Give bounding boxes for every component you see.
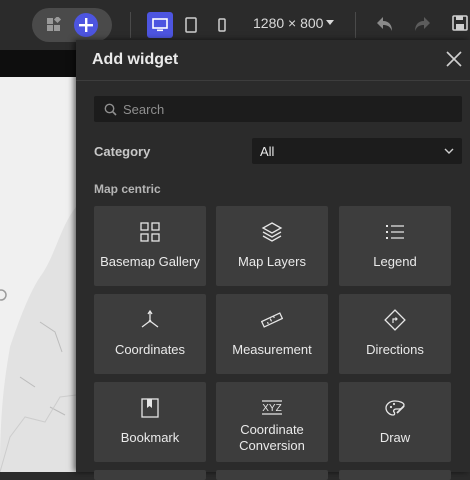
search-input[interactable]	[117, 97, 462, 121]
tablet-view-button[interactable]	[178, 12, 204, 38]
widget-tile-directions[interactable]: Directions	[339, 294, 451, 374]
basemap-gallery-icon	[94, 221, 206, 243]
chevron-down-icon	[444, 148, 454, 154]
widget-label: Legend	[373, 254, 417, 269]
widget-label: Basemap Gallery	[100, 254, 200, 269]
add-widget-panel: Add widget Category All Map centric	[76, 40, 470, 480]
canvas-header-strip	[0, 50, 76, 77]
coordinates-icon	[94, 309, 206, 331]
save-icon[interactable]	[452, 14, 468, 37]
close-icon[interactable]	[446, 51, 462, 67]
map-canvas[interactable]	[0, 77, 76, 472]
mobile-view-button[interactable]	[209, 12, 235, 38]
widget-tile-legend[interactable]: Legend	[339, 206, 451, 286]
panel-title: Add widget	[92, 51, 179, 68]
widget-label: Coordinate Conversion	[239, 422, 305, 453]
category-label: Category	[94, 144, 151, 159]
add-widget-button[interactable]	[74, 13, 98, 37]
draw-icon	[339, 397, 451, 419]
widget-label: Draw	[379, 430, 411, 445]
widget-tile-measurement[interactable]: Measurement	[216, 294, 328, 374]
section-title-map-centric: Map centric	[94, 182, 161, 196]
widget-label: Measurement	[232, 342, 312, 357]
directions-icon	[339, 309, 451, 331]
widget-tile-basemap-gallery[interactable]: Basemap Gallery	[94, 206, 206, 286]
legend-icon	[339, 221, 451, 243]
undo-icon[interactable]	[375, 14, 395, 39]
coordinate-conversion-icon: XYZ	[216, 397, 328, 419]
tablet-icon	[185, 17, 197, 33]
search-box	[94, 96, 462, 122]
widget-tile-coordinate-conversion[interactable]: XYZ Coordinate Conversion	[216, 382, 328, 462]
widget-tile-map-layers[interactable]: Map Layers	[216, 206, 328, 286]
widgets-grid-icon[interactable]	[46, 15, 62, 38]
widget-label: Bookmark	[120, 430, 180, 445]
widget-label: Directions	[366, 342, 424, 357]
toolbar-divider	[130, 12, 131, 38]
add-plus-icon	[79, 18, 93, 32]
widget-tile-coordinates[interactable]: Coordinates	[94, 294, 206, 374]
widget-label: Map Layers	[238, 254, 306, 269]
desktop-icon	[152, 18, 168, 32]
desktop-view-button[interactable]	[147, 12, 173, 38]
widget-tile-bookmark[interactable]: Bookmark	[94, 382, 206, 462]
search-icon	[104, 103, 117, 116]
category-select[interactable]: All	[252, 138, 462, 164]
measurement-icon	[216, 309, 328, 331]
svg-text:XYZ: XYZ	[262, 403, 281, 414]
mobile-icon	[218, 18, 226, 32]
chevron-down-icon	[326, 20, 335, 25]
category-value: All	[260, 143, 275, 159]
redo-icon[interactable]	[412, 14, 432, 39]
resolution-value: 1280 × 800	[253, 15, 324, 31]
bookmark-icon	[94, 397, 206, 419]
widget-toggle-group	[32, 8, 112, 42]
widget-label: Coordinates	[114, 342, 186, 357]
map-layers-icon	[216, 221, 328, 243]
header-divider	[76, 80, 470, 81]
resolution-dropdown[interactable]: 1280 × 800	[253, 15, 335, 31]
widget-tile-draw[interactable]: Draw	[339, 382, 451, 462]
toolbar-divider	[355, 12, 356, 38]
